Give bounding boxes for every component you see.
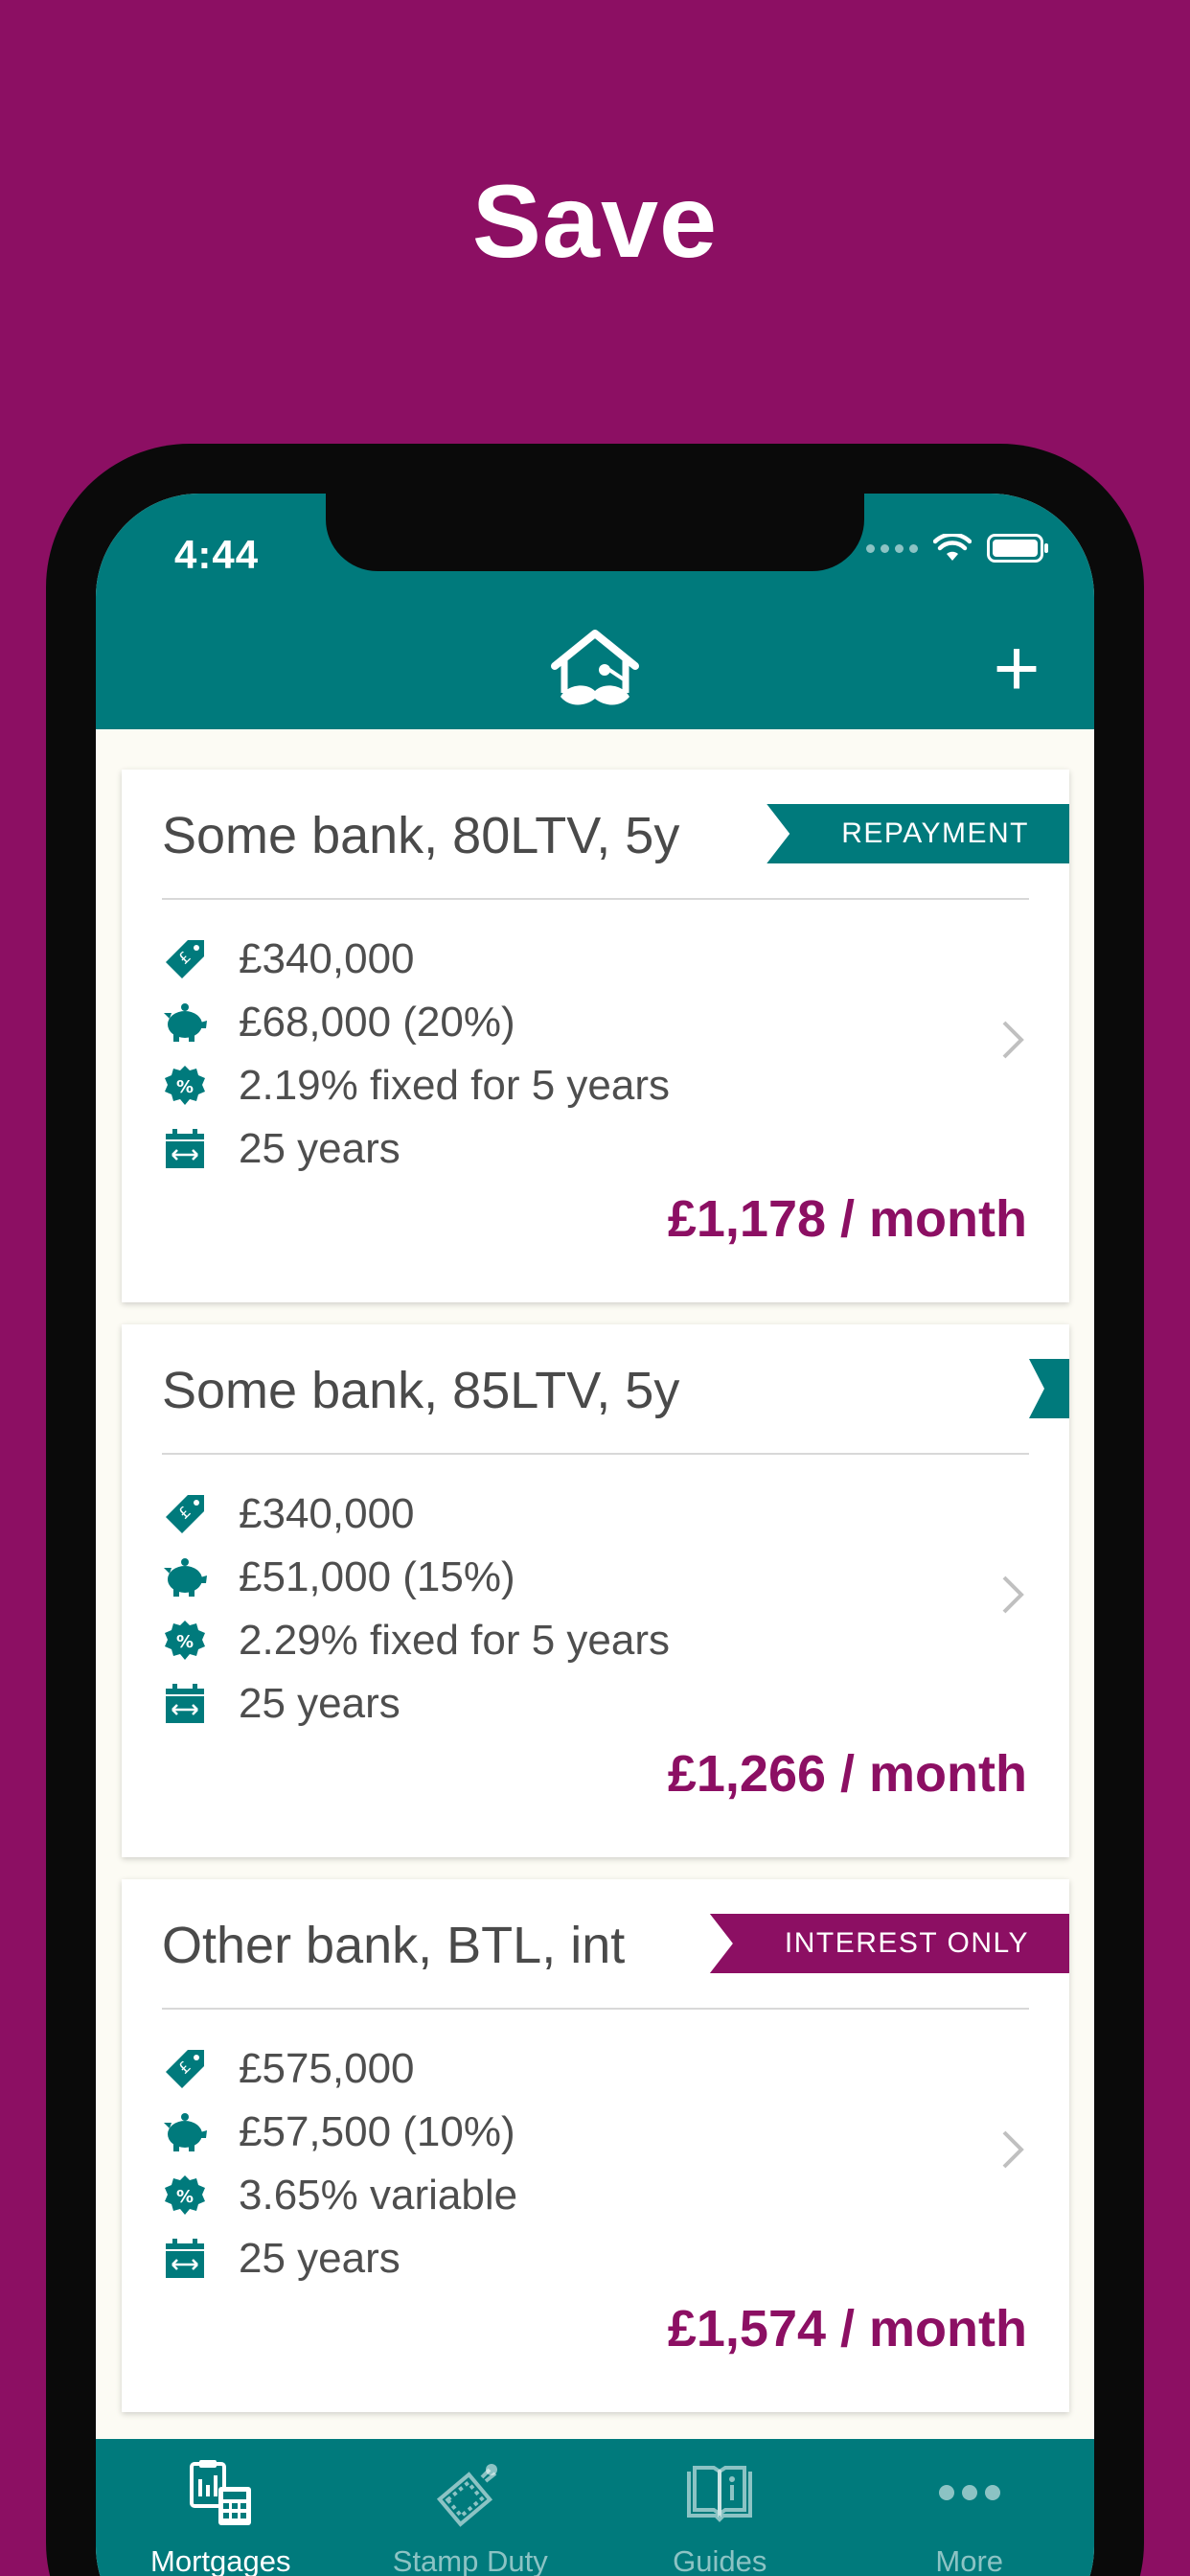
battery-icon — [987, 534, 1048, 563]
mortgage-term: 25 years — [239, 1680, 400, 1727]
tab-label: Guides — [673, 2544, 767, 2576]
term-row: 25 years — [162, 1117, 670, 1181]
calendar-term-icon — [166, 2239, 204, 2278]
tab-label: More — [935, 2544, 1004, 2576]
svg-text:%: % — [176, 1077, 194, 1097]
tab-mortgages[interactable]: Mortgages — [96, 2439, 346, 2576]
percent-badge-icon: % — [165, 1621, 205, 1660]
chevron-right-icon — [1002, 1576, 1024, 1614]
mortgage-card[interactable]: Some bank, 85LTV, 5y £ £340,000 £51,000 … — [122, 1324, 1069, 1857]
divider — [162, 2008, 1029, 2010]
calculator-icon — [190, 2460, 252, 2525]
divider — [162, 898, 1029, 900]
piggy-bank-icon — [164, 2113, 207, 2151]
repayment-type-badge — [1029, 1359, 1069, 1418]
property-price: £340,000 — [239, 1490, 415, 1537]
deposit-amount: £57,500 (10%) — [239, 2108, 515, 2155]
tab-label: Stamp Duty — [392, 2544, 548, 2576]
mortgage-term: 25 years — [239, 2235, 400, 2282]
deposit-amount: £68,000 (20%) — [239, 999, 515, 1046]
deposit-row: £68,000 (20%) — [162, 991, 670, 1054]
mortgage-title: Some bank, 80LTV, 5y — [162, 807, 680, 864]
deposit-row: £57,500 (10%) — [162, 2101, 517, 2164]
mortgage-term: 25 years — [239, 1125, 400, 1172]
more-icon — [938, 2485, 1000, 2500]
divider — [162, 1453, 1029, 1455]
property-price: £575,000 — [239, 2045, 415, 2092]
app-store-screenshot: Save 4:44 + Some bank, 80LTV, 5y REPAYME… — [0, 0, 1190, 2576]
monthly-payment: £1,574 / month — [667, 2300, 1027, 2358]
signal-icon — [866, 543, 918, 553]
percent-badge-icon: % — [165, 1066, 205, 1105]
percent-badge-icon: % — [165, 2175, 205, 2215]
mortgage-card[interactable]: Other bank, BTL, int INTEREST ONLY £ £57… — [122, 1879, 1069, 2412]
tab-stamp-duty[interactable]: Stamp Duty — [346, 2439, 596, 2576]
interest-rate: 2.29% fixed for 5 years — [239, 1617, 671, 1664]
property-price: £340,000 — [239, 935, 415, 982]
property-price-row: £ £575,000 — [162, 2037, 517, 2101]
status-time: 4:44 — [174, 532, 260, 577]
price-tag-icon: £ — [166, 1495, 204, 1533]
deposit-amount: £51,000 (15%) — [239, 1553, 515, 1600]
monthly-payment: £1,178 / month — [667, 1190, 1027, 1248]
calendar-term-icon — [166, 1129, 204, 1168]
piggy-bank-icon — [164, 1558, 207, 1597]
interest-rate: 3.65% variable — [239, 2172, 518, 2219]
add-mortgage-button[interactable]: + — [983, 628, 1050, 708]
rate-row: % 3.65% variable — [162, 2164, 517, 2227]
headline: Save — [471, 163, 719, 279]
price-tag-icon: £ — [166, 2050, 204, 2088]
chevron-right-icon — [1002, 2130, 1024, 2169]
piggy-bank-icon — [164, 1003, 207, 1042]
rate-row: % 2.19% fixed for 5 years — [162, 1054, 670, 1117]
mortgage-card[interactable]: Some bank, 80LTV, 5y REPAYMENT £ £340,00… — [122, 770, 1069, 1302]
app-logo-icon — [551, 630, 639, 705]
interest-rate: 2.19% fixed for 5 years — [239, 1062, 671, 1109]
svg-text:%: % — [176, 2187, 194, 2207]
rate-row: % 2.29% fixed for 5 years — [162, 1609, 670, 1672]
calendar-term-icon — [166, 1684, 204, 1723]
stamp-icon — [436, 2464, 497, 2527]
status-icons — [866, 534, 1050, 563]
tab-label: Mortgages — [150, 2544, 291, 2576]
tab-more[interactable]: More — [845, 2439, 1095, 2576]
mortgage-title: Other bank, BTL, int — [162, 1917, 626, 1974]
book-icon — [687, 2466, 753, 2522]
chevron-right-icon — [1002, 1021, 1024, 1059]
repayment-type-badge: REPAYMENT — [767, 804, 1069, 863]
wifi-icon — [933, 534, 972, 561]
property-price-row: £ £340,000 — [162, 928, 670, 991]
monthly-payment: £1,266 / month — [667, 1745, 1027, 1803]
deposit-row: £51,000 (15%) — [162, 1546, 670, 1609]
tab-bar: Mortgages Stamp Duty Guides More — [96, 2439, 1094, 2576]
svg-text:%: % — [176, 1632, 194, 1652]
price-tag-icon: £ — [166, 940, 204, 978]
tab-guides[interactable]: Guides — [595, 2439, 845, 2576]
mortgage-title: Some bank, 85LTV, 5y — [162, 1362, 680, 1419]
phone-screen: 4:44 + Some bank, 80LTV, 5y REPAYMENT £ … — [96, 494, 1094, 2576]
term-row: 25 years — [162, 2227, 517, 2290]
notch — [326, 494, 864, 571]
repayment-type-badge: INTEREST ONLY — [709, 1914, 1069, 1973]
term-row: 25 years — [162, 1672, 670, 1736]
property-price-row: £ £340,000 — [162, 1483, 670, 1546]
